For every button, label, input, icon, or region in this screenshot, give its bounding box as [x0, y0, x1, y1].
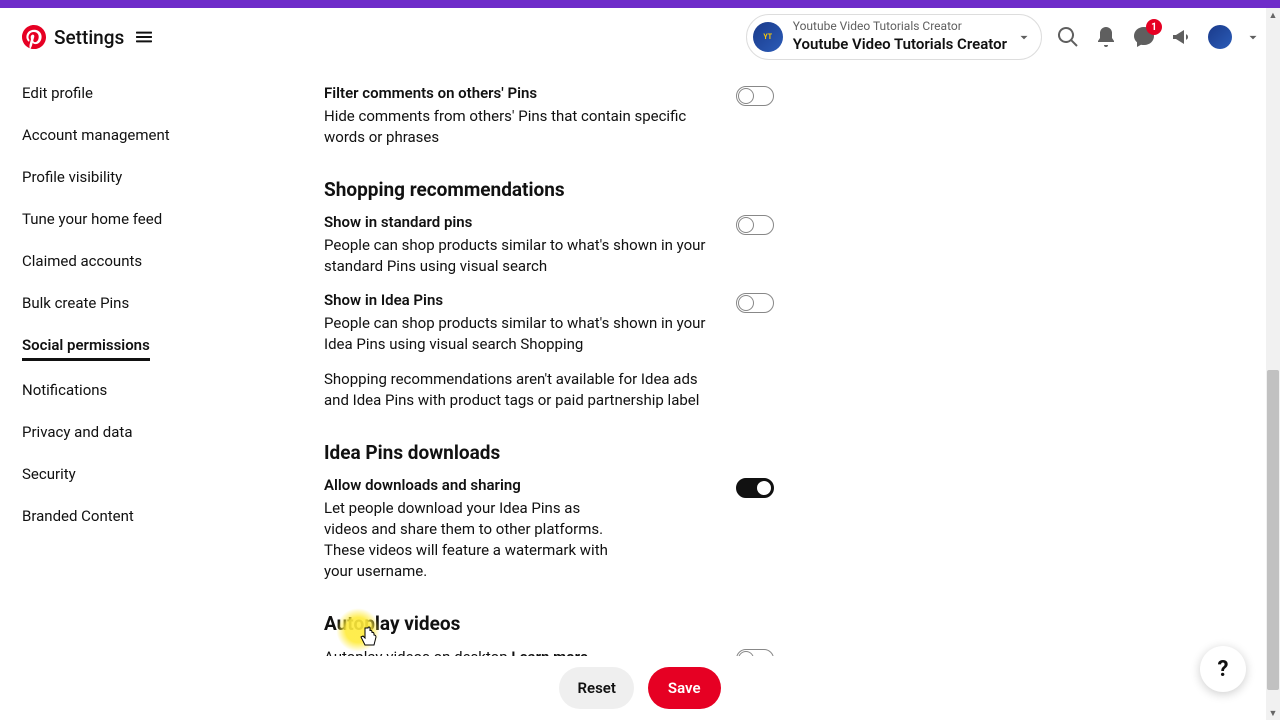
- account-switcher[interactable]: YT Youtube Video Tutorials Creator Youtu…: [746, 14, 1042, 59]
- chevron-down-icon: [1017, 30, 1031, 44]
- shopping-note: Shopping recommendations aren't availabl…: [324, 369, 716, 411]
- downloads-toggle[interactable]: [736, 478, 774, 498]
- sidebar-item-claimed-accounts[interactable]: Claimed accounts: [22, 252, 260, 274]
- downloads-row: Allow downloads and sharing Let people d…: [324, 476, 1240, 582]
- megaphone-icon[interactable]: [1170, 25, 1194, 49]
- header-left: Settings: [22, 25, 152, 49]
- account-subtitle: Youtube Video Tutorials Creator: [793, 19, 1007, 35]
- sidebar-item-notifications[interactable]: Notifications: [22, 381, 260, 403]
- bell-icon[interactable]: [1094, 25, 1118, 49]
- standard-pins-desc: People can shop products similar to what…: [324, 235, 716, 277]
- filter-comments-row: Filter comments on others' Pins Hide com…: [324, 84, 1240, 148]
- downloads-title: Allow downloads and sharing: [324, 476, 624, 494]
- idea-pins-row: Show in Idea Pins People can shop produc…: [324, 291, 1240, 355]
- search-icon[interactable]: [1056, 25, 1080, 49]
- avatar: YT: [753, 22, 783, 52]
- account-chevron-icon[interactable]: [1246, 30, 1260, 44]
- sidebar-item-account-management[interactable]: Account management: [22, 126, 260, 148]
- sidebar-item-tune-feed[interactable]: Tune your home feed: [22, 210, 260, 232]
- downloads-desc: Let people download your Idea Pins as vi…: [324, 498, 624, 582]
- footer: Reset Save: [0, 656, 1280, 720]
- browser-top-bar: [0, 0, 1280, 8]
- sidebar-item-profile-visibility[interactable]: Profile visibility: [22, 168, 260, 190]
- scroll-up-arrow[interactable]: ▲: [1266, 8, 1280, 22]
- idea-pins-title: Show in Idea Pins: [324, 291, 716, 309]
- help-button[interactable]: ?: [1200, 646, 1246, 692]
- account-text: Youtube Video Tutorials Creator Youtube …: [793, 19, 1007, 54]
- sidebar-item-branded-content[interactable]: Branded Content: [22, 507, 260, 529]
- sidebar-item-security[interactable]: Security: [22, 465, 260, 487]
- scroll-down-arrow[interactable]: ▼: [1266, 706, 1280, 720]
- autoplay-heading: Autoplay videos: [324, 612, 1240, 635]
- sidebar: Edit profile Account management Profile …: [0, 66, 260, 720]
- filter-comments-desc: Hide comments from others' Pins that con…: [324, 106, 716, 148]
- header-right: YT Youtube Video Tutorials Creator Youtu…: [746, 14, 1260, 59]
- header: Settings YT Youtube Video Tutorials Crea…: [0, 8, 1280, 66]
- scrollbar-thumb[interactable]: [1267, 370, 1279, 690]
- content-area: Filter comments on others' Pins Hide com…: [260, 66, 1280, 720]
- message-badge: 1: [1146, 19, 1162, 35]
- pinterest-logo-icon[interactable]: [22, 25, 46, 49]
- sidebar-item-social-permissions[interactable]: Social permissions: [22, 336, 150, 361]
- main: Edit profile Account management Profile …: [0, 66, 1280, 720]
- idea-pins-toggle[interactable]: [736, 293, 774, 313]
- account-title: Youtube Video Tutorials Creator: [793, 35, 1007, 55]
- save-button[interactable]: Save: [648, 667, 721, 709]
- standard-pins-title: Show in standard pins: [324, 213, 716, 231]
- hamburger-icon[interactable]: [136, 29, 152, 45]
- sidebar-item-bulk-create[interactable]: Bulk create Pins: [22, 294, 260, 316]
- messages-icon[interactable]: 1: [1132, 25, 1156, 49]
- filter-comments-toggle[interactable]: [736, 86, 774, 106]
- standard-pins-row: Show in standard pins People can shop pr…: [324, 213, 1240, 277]
- page-title: Settings: [54, 26, 124, 49]
- standard-pins-toggle[interactable]: [736, 215, 774, 235]
- profile-avatar[interactable]: [1208, 25, 1232, 49]
- reset-button[interactable]: Reset: [559, 667, 633, 709]
- idea-pins-desc: People can shop products similar to what…: [324, 313, 716, 355]
- filter-comments-title: Filter comments on others' Pins: [324, 84, 716, 102]
- sidebar-item-edit-profile[interactable]: Edit profile: [22, 84, 260, 106]
- sidebar-item-privacy[interactable]: Privacy and data: [22, 423, 260, 445]
- shopping-heading: Shopping recommendations: [324, 178, 1240, 201]
- downloads-heading: Idea Pins downloads: [324, 441, 1240, 464]
